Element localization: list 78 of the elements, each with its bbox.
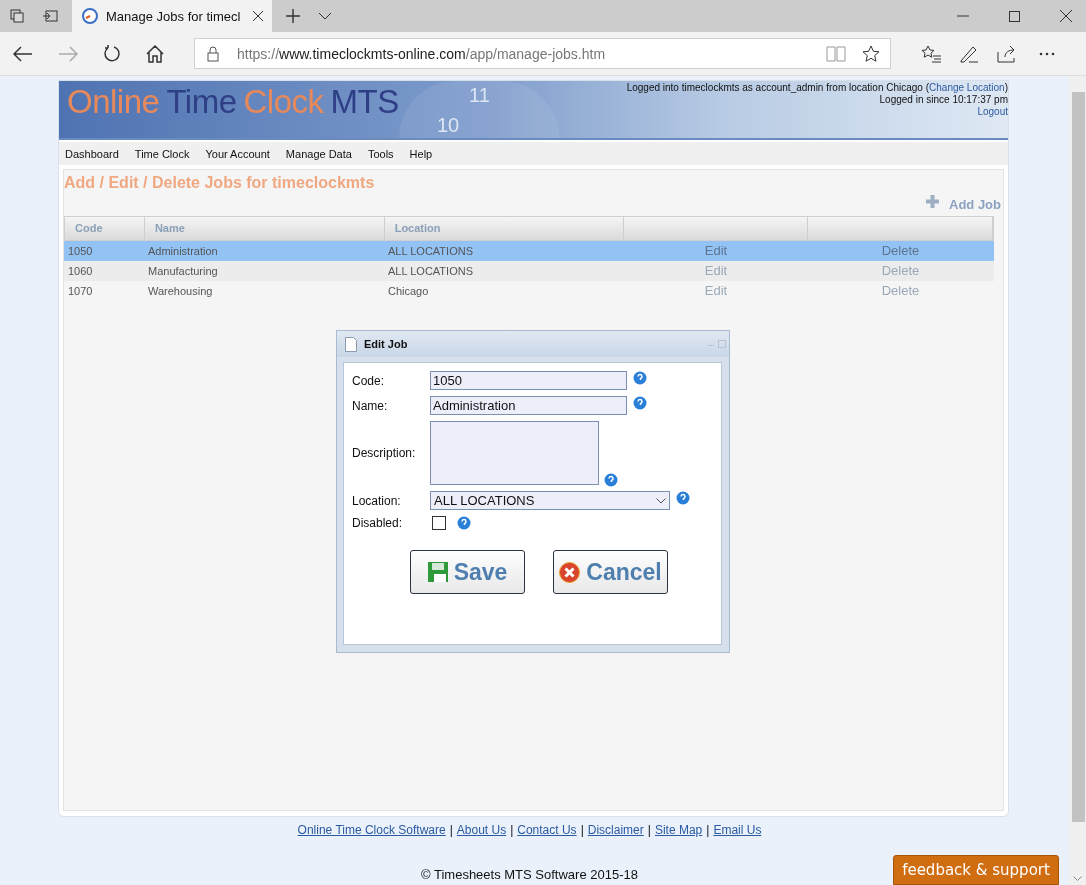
browser-tab[interactable]: Manage Jobs for timecl — [72, 0, 272, 32]
copyright-text: © Timesheets MTS Software 2015-18 — [421, 867, 638, 882]
maximize-icon[interactable] — [1009, 10, 1020, 22]
clock-digit: 10 — [437, 114, 460, 137]
field-label: Name: — [352, 398, 389, 413]
page-title: Add / Edit / Delete Jobs for timeclockmts — [64, 173, 376, 192]
share-icon[interactable] — [997, 44, 1017, 63]
refresh-icon[interactable] — [103, 44, 121, 63]
set-aside-tabs-icon[interactable] — [42, 9, 58, 23]
separator-text: | — [706, 823, 710, 837]
table-cell-text: Manufacturing — [147, 264, 219, 279]
table-cell-text: ALL LOCATIONS — [387, 244, 474, 259]
tab-list-chevron-icon[interactable] — [318, 12, 332, 20]
help-icon[interactable] — [633, 371, 647, 385]
help-icon[interactable] — [457, 516, 471, 530]
padlock-icon — [207, 45, 219, 62]
pen-icon[interactable] — [959, 44, 979, 63]
table-cell-text: 1050 — [67, 244, 94, 259]
feedback-button[interactable]: feedback & support — [893, 855, 1059, 885]
field-label: Description: — [352, 446, 417, 460]
favorite-star-icon[interactable] — [862, 44, 880, 63]
home-icon[interactable] — [146, 44, 164, 63]
field-label: Disabled: — [352, 516, 404, 530]
favorites-list-icon[interactable] — [921, 44, 941, 63]
login-since-text: Logged in since 10:17:37 pm — [878, 94, 1008, 106]
back-arrow-icon[interactable] — [13, 45, 33, 62]
close-tab-icon[interactable] — [252, 10, 264, 22]
menu-item[interactable]: Tools — [367, 147, 394, 160]
new-tab-icon[interactable] — [286, 9, 300, 23]
close-icon[interactable] — [1060, 10, 1072, 22]
description-field[interactable] — [430, 421, 599, 485]
site-favicon-icon — [82, 8, 98, 24]
cancel-button[interactable]: Cancel — [553, 550, 668, 594]
separator-text: | — [580, 823, 584, 837]
change-location-link[interactable]: Change Location — [929, 82, 1005, 93]
menu-item[interactable]: Your Account — [205, 147, 270, 160]
site-logo: Online Time Clock MTS — [67, 83, 400, 122]
table-cell-text: ALL LOCATIONS — [387, 264, 474, 279]
save-button[interactable]: Save — [410, 550, 525, 594]
footer-link[interactable]: Contact Us — [517, 823, 577, 837]
more-icon[interactable] — [1039, 51, 1055, 56]
cancel-x-icon — [559, 561, 581, 583]
scroll-down-icon[interactable] — [1073, 876, 1082, 881]
login-status-text: Logged into timeclockmts as account_admin from location Chicago (Change Location) — [626, 82, 1008, 94]
table-cell-text: 1060 — [67, 264, 94, 279]
address-field[interactable]: https://www.timeclockmts-online.com/app/manage-jobs.htm — [194, 38, 891, 69]
footer-link[interactable]: Site Map — [654, 823, 703, 837]
field-label: Location: — [352, 493, 402, 508]
code-field[interactable]: 1050 — [430, 371, 627, 390]
footer-link[interactable]: Online Time Clock Software — [297, 823, 446, 837]
help-icon[interactable] — [604, 473, 618, 487]
dialog-title: Edit Job — [364, 338, 408, 350]
table-cell-text: Chicago — [387, 284, 430, 299]
footer-link[interactable]: Email Us — [713, 823, 762, 837]
separator-text: | — [449, 823, 453, 837]
separator-text: | — [647, 823, 651, 837]
table-cell-text: Administration — [147, 244, 219, 259]
menu-item[interactable]: Help — [409, 147, 433, 160]
field-label: Code: — [352, 373, 386, 388]
plus-icon — [926, 195, 939, 208]
separator-text: | — [510, 823, 514, 837]
table-cell-text: Warehousing — [147, 284, 214, 299]
logout-link[interactable]: Logout — [977, 106, 1008, 117]
footer-link[interactable]: Disclaimer — [587, 823, 644, 837]
tabs-overview-icon[interactable] — [10, 9, 24, 23]
chevron-down-icon — [656, 497, 666, 504]
name-field[interactable]: Administration — [430, 396, 627, 415]
scrollbar[interactable] — [1069, 76, 1086, 885]
menu-item[interactable]: Dashboard — [65, 147, 119, 160]
footer-link[interactable]: About Us — [456, 823, 507, 837]
menu-item[interactable]: Time Clock — [134, 147, 190, 160]
help-icon[interactable] — [676, 491, 690, 505]
help-icon[interactable] — [633, 396, 647, 410]
table-cell-text: 1070 — [67, 284, 94, 299]
document-icon — [345, 336, 357, 352]
menu-item[interactable]: Manage Data — [285, 147, 352, 160]
location-dropdown[interactable]: ALL LOCATIONS — [430, 491, 670, 510]
clock-digit: 11 — [469, 84, 490, 107]
